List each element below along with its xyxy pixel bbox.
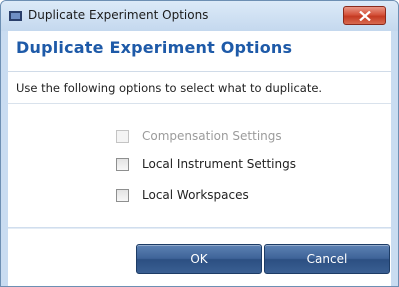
compensation-settings-checkbox [116, 129, 129, 143]
dialog-body: Duplicate Experiment Options Use the fol… [8, 31, 391, 286]
local-workspaces-checkbox[interactable] [116, 188, 129, 202]
app-icon [9, 11, 22, 21]
instructions-divider [8, 103, 391, 104]
title-bar[interactable]: Duplicate Experiment Options [1, 1, 398, 31]
ok-button[interactable]: OK [136, 244, 262, 274]
dialog-instructions: Use the following options to select what… [16, 81, 323, 95]
option-local-workspaces[interactable]: Local Workspaces [116, 187, 249, 203]
cancel-button[interactable]: Cancel [264, 244, 390, 274]
footer-divider [8, 227, 391, 229]
compensation-settings-label: Compensation Settings [142, 129, 282, 143]
close-button[interactable] [343, 6, 386, 25]
header-divider [8, 71, 391, 72]
option-compensation-settings: Compensation Settings [116, 128, 282, 144]
dialog-window: Duplicate Experiment Options Duplicate E… [0, 0, 399, 287]
local-workspaces-label[interactable]: Local Workspaces [142, 188, 249, 202]
local-instrument-settings-label[interactable]: Local Instrument Settings [142, 157, 296, 171]
option-local-instrument-settings[interactable]: Local Instrument Settings [116, 156, 296, 172]
dialog-heading: Duplicate Experiment Options [16, 38, 293, 57]
close-icon [359, 11, 371, 21]
local-instrument-settings-checkbox[interactable] [116, 157, 129, 171]
window-title: Duplicate Experiment Options [28, 8, 209, 22]
